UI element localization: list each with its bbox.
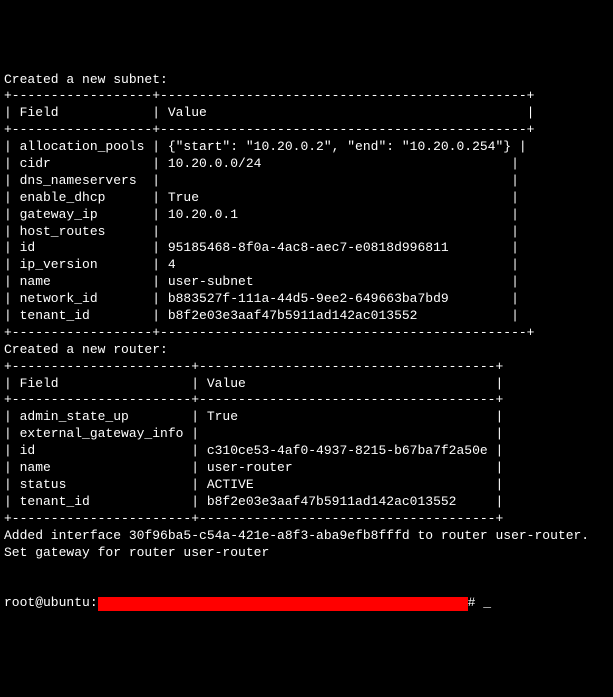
table-row: | dns_nameservers | | bbox=[4, 173, 609, 190]
table-row: | enable_dhcp | True | bbox=[4, 190, 609, 207]
table-row: | tenant_id | b8f2e03e3aaf47b5911ad142ac… bbox=[4, 494, 609, 511]
table-row: | id | c310ce53-4af0-4937-8215-b67ba7f2a… bbox=[4, 443, 609, 460]
router-heading: Created a new router: bbox=[4, 342, 609, 359]
shell-prompt-line[interactable]: root@ubuntu: # _ bbox=[4, 595, 609, 612]
table-row: | cidr | 10.20.0.0/24 | bbox=[4, 156, 609, 173]
table-row: | status | ACTIVE | bbox=[4, 477, 609, 494]
prompt-userhost: root@ubuntu: bbox=[4, 595, 98, 612]
table-row: | allocation_pools | {"start": "10.20.0.… bbox=[4, 139, 609, 156]
table-header-row: | Field | Value | bbox=[4, 105, 609, 122]
subnet-heading: Created a new subnet: bbox=[4, 72, 609, 89]
redacted-path bbox=[98, 597, 468, 611]
table-row: | gateway_ip | 10.20.0.1 | bbox=[4, 207, 609, 224]
table-row: | name | user-subnet | bbox=[4, 274, 609, 291]
table-row: | tenant_id | b8f2e03e3aaf47b5911ad142ac… bbox=[4, 308, 609, 325]
table-row: | admin_state_up | True | bbox=[4, 409, 609, 426]
table-border: +------------------+--------------------… bbox=[4, 325, 609, 342]
table-row: | network_id | b883527f-111a-44d5-9ee2-6… bbox=[4, 291, 609, 308]
table-row: | ip_version | 4 | bbox=[4, 257, 609, 274]
status-line: Set gateway for router user-router bbox=[4, 545, 609, 562]
table-row: | name | user-router | bbox=[4, 460, 609, 477]
table-header-row: | Field | Value | bbox=[4, 376, 609, 393]
table-row: | external_gateway_info | | bbox=[4, 426, 609, 443]
table-border: +------------------+--------------------… bbox=[4, 122, 609, 139]
table-row: | id | 95185468-8f0a-4ac8-aec7-e0818d996… bbox=[4, 240, 609, 257]
table-row: | host_routes | | bbox=[4, 224, 609, 241]
table-border: +-----------------------+---------------… bbox=[4, 392, 609, 409]
prompt-hash: # bbox=[468, 595, 484, 612]
status-line: Added interface 30f96ba5-c54a-421e-a8f3-… bbox=[4, 528, 609, 545]
table-border: +-----------------------+---------------… bbox=[4, 359, 609, 376]
table-border: +------------------+--------------------… bbox=[4, 88, 609, 105]
cursor: _ bbox=[483, 595, 491, 612]
table-border: +-----------------------+---------------… bbox=[4, 511, 609, 528]
